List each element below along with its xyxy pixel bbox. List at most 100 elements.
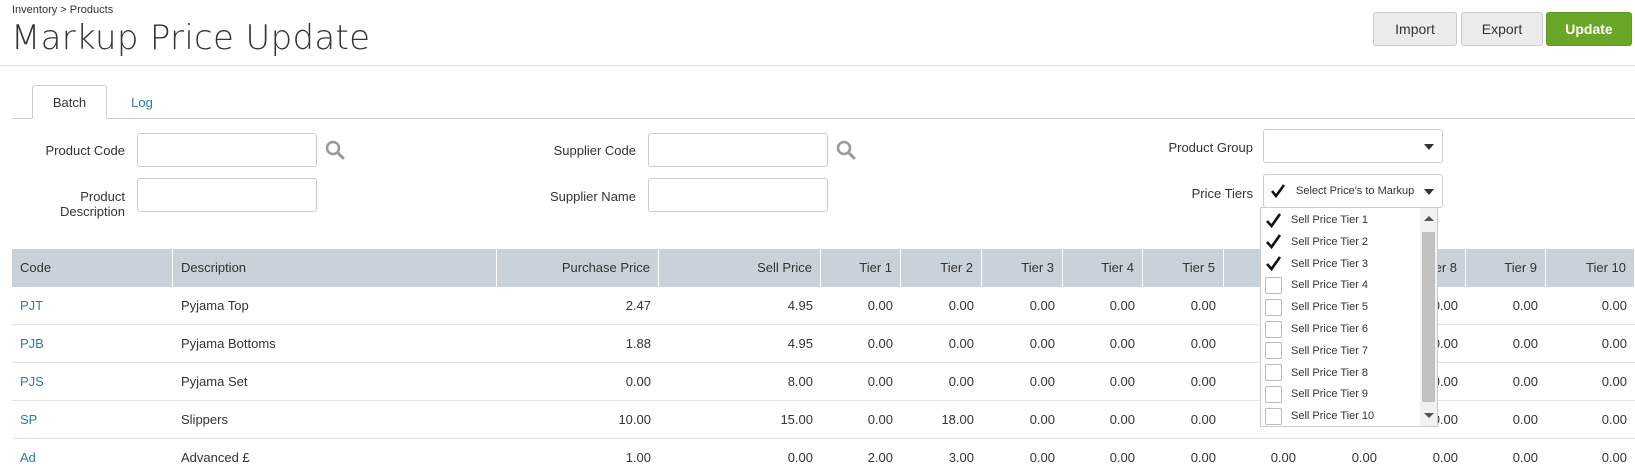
table-cell: 8.00 (787, 374, 813, 389)
chevron-down-icon (1424, 144, 1434, 150)
table-cell: 0.00 (1109, 412, 1135, 427)
tabs-divider (12, 118, 1635, 119)
table-cell: 0.00 (1601, 374, 1627, 389)
price-tier-option[interactable]: Sell Price Tier 6 (1261, 318, 1421, 340)
tab-batch[interactable]: Batch (32, 85, 107, 119)
table-cell: 3.00 (948, 450, 974, 465)
price-tiers-dropdown[interactable]: Sell Price Tier 1 Sell Price Tier 2 Sell P… (1260, 207, 1438, 427)
checkbox-unchecked-icon[interactable] (1265, 385, 1282, 403)
price-tier-option-label: Sell Price Tier 1 (1291, 214, 1369, 226)
price-tier-option[interactable]: Sell Price Tier 3 (1261, 253, 1421, 275)
checkbox-checked-icon[interactable] (1265, 211, 1282, 229)
column-header-tier-10[interactable]: Tier 10 (1546, 249, 1635, 287)
price-tier-option-label: Sell Price Tier 6 (1291, 323, 1369, 335)
table-cell: 2.00 (867, 450, 893, 465)
checkbox-unchecked-icon[interactable] (1265, 407, 1282, 425)
column-header-sell-price[interactable]: Sell Price (659, 249, 821, 287)
checkmark-icon (1270, 183, 1286, 199)
checkbox-checked-icon[interactable] (1265, 255, 1282, 273)
column-header-tier-1[interactable]: Tier 1 (821, 249, 901, 287)
table-cell: 0.00 (625, 374, 651, 389)
checkbox-unchecked-icon[interactable] (1265, 276, 1282, 294)
table-cell: 0.00 (1512, 412, 1538, 427)
column-header-code[interactable]: Code (12, 249, 173, 287)
price-tier-option[interactable]: Sell Price Tier 2 (1261, 231, 1421, 253)
checkbox-checked-icon[interactable] (1265, 233, 1282, 251)
table-cell: 0.00 (1512, 298, 1538, 313)
product-group-label: Product Group (1168, 140, 1253, 155)
supplier-name-input[interactable] (648, 178, 828, 212)
price-tiers-select[interactable]: Select Price's to Markup (1263, 174, 1443, 208)
table-cell: 0.00 (1190, 374, 1216, 389)
price-tier-option-label: Sell Price Tier 8 (1291, 366, 1369, 379)
table-cell: 0.00 (1190, 412, 1216, 427)
product-group-select[interactable] (1263, 129, 1443, 163)
checkbox-unchecked-icon[interactable] (1265, 364, 1282, 382)
price-tier-option[interactable]: Sell Price Tier 10 (1261, 405, 1421, 427)
product-code-input[interactable] (137, 133, 317, 167)
column-header-tier-9[interactable]: Tier 9 (1466, 249, 1546, 287)
checkbox-unchecked-icon[interactable] (1265, 298, 1282, 316)
table-cell: 15.00 (780, 412, 813, 427)
product-code-link[interactable]: Ad (12, 439, 173, 472)
dropdown-scrollbar[interactable] (1420, 208, 1437, 426)
table-cell: 4.95 (787, 336, 813, 351)
price-tier-option[interactable]: Sell Price Tier 8 (1261, 362, 1421, 384)
product-code-search-icon[interactable] (325, 140, 345, 160)
table-cell: 0.00 (948, 336, 974, 351)
table-cell: 2.47 (625, 298, 651, 313)
price-tiers-value: Select Price's to Markup (1296, 185, 1415, 197)
table-cell: 0.00 (1432, 450, 1458, 465)
column-header-tier-2[interactable]: Tier 2 (901, 249, 982, 287)
checkbox-unchecked-icon[interactable] (1265, 342, 1282, 360)
table-row: Ad Advanced £ 1.00 0.00 2.00 3.00 0.00 0.00 0.00… (12, 439, 1635, 472)
column-header-description[interactable]: Description (173, 249, 497, 287)
table-cell: 0.00 (1512, 450, 1538, 465)
table-cell: 0.00 (1601, 336, 1627, 351)
table-cell: 0.00 (948, 374, 974, 389)
product-code-link[interactable]: PJT (12, 287, 173, 325)
import-button[interactable]: Import (1373, 12, 1457, 46)
table-cell: 0.00 (867, 336, 893, 351)
breadcrumb[interactable]: Inventory > Products (12, 4, 113, 16)
table-cell: 0.00 (1512, 374, 1538, 389)
table-cell: 1.00 (625, 450, 651, 465)
table-cell: 0.00 (1351, 450, 1377, 465)
table-cell: 0.00 (1270, 450, 1296, 465)
supplier-code-input[interactable] (648, 133, 828, 167)
column-header-purchase-price[interactable]: Purchase Price (497, 249, 659, 287)
scroll-up-icon[interactable] (1424, 216, 1434, 221)
product-code-link[interactable]: SP (12, 401, 173, 439)
price-tier-option[interactable]: Sell Price Tier 7 (1261, 340, 1421, 362)
header-divider (0, 65, 1635, 66)
price-tier-option[interactable]: Sell Price Tier 1 (1261, 209, 1421, 231)
price-tier-option-label: Sell Price Tier 7 (1291, 344, 1369, 357)
price-tier-option-label: Sell Price Tier 4 (1291, 279, 1369, 292)
scroll-thumb[interactable] (1422, 232, 1435, 402)
price-tier-option[interactable]: Sell Price Tier 9 (1261, 383, 1421, 405)
scroll-down-icon[interactable] (1424, 413, 1434, 418)
table-cell: 18.00 (941, 412, 974, 427)
price-tier-option-label: Sell Price Tier 10 (1291, 410, 1375, 423)
product-code-link[interactable]: PJB (12, 325, 173, 363)
table-cell: Advanced £ (181, 450, 250, 465)
product-description-input[interactable] (137, 178, 317, 212)
table-cell: 0.00 (1512, 336, 1538, 351)
product-code-link[interactable]: PJS (12, 363, 173, 401)
table-cell: 0.00 (1109, 336, 1135, 351)
price-tier-option[interactable]: Sell Price Tier 4 (1261, 274, 1421, 296)
checkbox-unchecked-icon[interactable] (1265, 320, 1282, 338)
table-cell: 0.00 (1109, 298, 1135, 313)
column-header-tier-5[interactable]: Tier 5 (1143, 249, 1224, 287)
column-header-tier-3[interactable]: Tier 3 (982, 249, 1063, 287)
update-button[interactable]: Update (1546, 12, 1632, 46)
price-tier-option-label: Sell Price Tier 2 (1291, 235, 1369, 248)
price-tier-option-label: Sell Price Tier 5 (1291, 301, 1369, 314)
tab-log[interactable]: Log (122, 85, 162, 119)
column-header-tier-4[interactable]: Tier 4 (1063, 249, 1143, 287)
supplier-code-search-icon[interactable] (836, 140, 856, 160)
price-tier-option[interactable]: Sell Price Tier 5 (1261, 296, 1421, 318)
export-button[interactable]: Export (1461, 12, 1543, 46)
table-cell: 0.00 (1029, 450, 1055, 465)
chevron-down-icon (1424, 189, 1434, 195)
